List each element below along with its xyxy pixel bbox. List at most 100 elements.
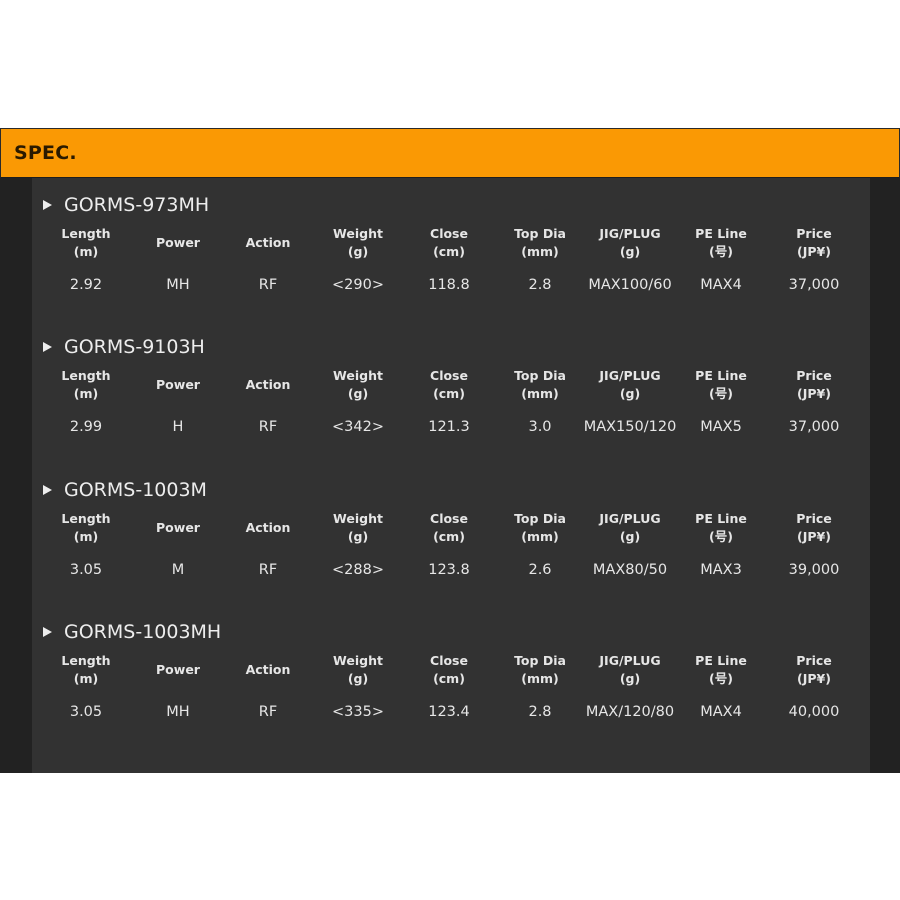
column-header-unit: (g) — [619, 386, 641, 401]
spec-value: 123.8 — [428, 562, 470, 578]
column-header-label: Power — [156, 235, 200, 250]
spec-value: MAX5 — [700, 419, 742, 435]
column-header-label: Price — [796, 368, 832, 383]
spec-value: 37,000 — [788, 419, 840, 435]
spec-value: 118.8 — [428, 277, 470, 293]
column-header-unit: (g) — [347, 671, 369, 686]
column-header-unit: (m) — [73, 386, 99, 401]
column-header-unit: (g) — [347, 386, 369, 401]
spec-panel: GORMS-973MH Length (m) 2.92 Power MH Action RF W… — [32, 178, 870, 773]
column-header-unit: (mm) — [521, 244, 559, 259]
spec-value: 123.4 — [428, 704, 470, 720]
column-header: Price (JP¥) — [764, 510, 864, 546]
spec-value: <342> — [332, 419, 384, 435]
spec-value: MAX4 — [700, 704, 742, 720]
column-header-label: Power — [156, 520, 200, 535]
column-header-unit: (mm) — [521, 671, 559, 686]
column-header-label: Length — [61, 653, 111, 668]
column-header-label: PE Line — [695, 653, 747, 668]
column-header-unit: (g) — [619, 529, 641, 544]
column-header: Power — [128, 519, 228, 537]
model-name: GORMS-1003MH — [64, 621, 222, 643]
column-header-unit: (号) — [709, 671, 733, 686]
column-header-label: JIG/PLUG — [599, 368, 661, 383]
column-header-label: Close — [430, 653, 468, 668]
column-header-label: Action — [245, 520, 291, 535]
spec-value: 121.3 — [428, 419, 470, 435]
column-header: Top Dia (mm) — [490, 652, 590, 688]
column-header: Weight (g) — [308, 225, 408, 261]
column-header-label: Weight — [333, 368, 383, 383]
spec-value: <288> — [332, 562, 384, 578]
column-header-unit: (cm) — [433, 529, 465, 544]
triangle-right-icon — [43, 342, 52, 352]
column-header-unit: (mm) — [521, 529, 559, 544]
spec-title: SPEC. — [14, 142, 77, 164]
column-header: Action — [218, 519, 318, 537]
column-header-unit: (JP¥) — [797, 386, 831, 401]
column-header-unit: (mm) — [521, 386, 559, 401]
spec-value: RF — [258, 704, 278, 720]
column-header: Price (JP¥) — [764, 225, 864, 261]
column-header: Action — [218, 376, 318, 394]
column-header: Close (cm) — [399, 225, 499, 261]
spec-value: RF — [258, 562, 278, 578]
column-header-label: Weight — [333, 653, 383, 668]
triangle-right-icon — [43, 485, 52, 495]
column-header: Top Dia (mm) — [490, 225, 590, 261]
triangle-right-icon — [43, 200, 52, 210]
column-header-unit: (cm) — [433, 386, 465, 401]
column-header-unit: (g) — [347, 244, 369, 259]
column-header: Weight (g) — [308, 367, 408, 403]
spec-header-bar: SPEC. — [0, 128, 900, 179]
column-header-label: Length — [61, 226, 111, 241]
spec-value: MH — [166, 704, 190, 720]
spec-value: H — [172, 419, 184, 435]
column-header: PE Line (号) — [671, 652, 771, 688]
column-header: PE Line (号) — [671, 225, 771, 261]
spec-value: 3.05 — [69, 562, 103, 578]
column-header-label: Price — [796, 653, 832, 668]
column-header: JIG/PLUG (g) — [580, 510, 680, 546]
column-header-unit: (cm) — [433, 244, 465, 259]
column-header: Power — [128, 661, 228, 679]
column-header: Close (cm) — [399, 652, 499, 688]
spec-value: 3.05 — [69, 704, 103, 720]
model-title: GORMS-973MH — [43, 192, 209, 218]
column-header-unit: (m) — [73, 529, 99, 544]
column-header-label: Power — [156, 662, 200, 677]
column-header-label: PE Line — [695, 511, 747, 526]
column-header: Power — [128, 234, 228, 252]
column-header-unit: (g) — [619, 244, 641, 259]
column-header-unit: (cm) — [433, 671, 465, 686]
column-header: Length (m) — [36, 652, 136, 688]
column-header: Close (cm) — [399, 510, 499, 546]
model-spec-block: GORMS-973MH Length (m) 2.92 Power MH Action RF W… — [32, 178, 870, 320]
column-header-label: Close — [430, 226, 468, 241]
model-title: GORMS-9103H — [43, 334, 205, 360]
column-header: JIG/PLUG (g) — [580, 652, 680, 688]
model-spec-block: GORMS-1003MH Length (m) 3.05 Power MH Action RF… — [32, 605, 870, 747]
column-header-label: Action — [245, 662, 291, 677]
spec-value: MAX3 — [700, 562, 742, 578]
column-header-label: Action — [245, 377, 291, 392]
model-spec-block: GORMS-9103H Length (m) 2.99 Power H Action RF We… — [32, 320, 870, 462]
column-header-label: Power — [156, 377, 200, 392]
model-spec-block: GORMS-1003M Length (m) 3.05 Power M Action RF We… — [32, 463, 870, 605]
column-header-label: Weight — [333, 511, 383, 526]
column-header-label: Price — [796, 226, 832, 241]
column-header-label: Close — [430, 511, 468, 526]
column-header-unit: (JP¥) — [797, 529, 831, 544]
spec-value: 2.99 — [69, 419, 103, 435]
spec-value: MH — [166, 277, 190, 293]
spec-value: MAX100/60 — [588, 277, 672, 293]
column-header-label: Length — [61, 511, 111, 526]
spec-value: MAX80/50 — [592, 562, 668, 578]
spec-value: 37,000 — [788, 277, 840, 293]
spec-outer-background: GORMS-973MH Length (m) 2.92 Power MH Action RF W… — [0, 178, 900, 773]
column-header-unit: (号) — [709, 529, 733, 544]
column-header: Top Dia (mm) — [490, 367, 590, 403]
column-header: Action — [218, 234, 318, 252]
column-header: Length (m) — [36, 225, 136, 261]
column-header-label: Weight — [333, 226, 383, 241]
